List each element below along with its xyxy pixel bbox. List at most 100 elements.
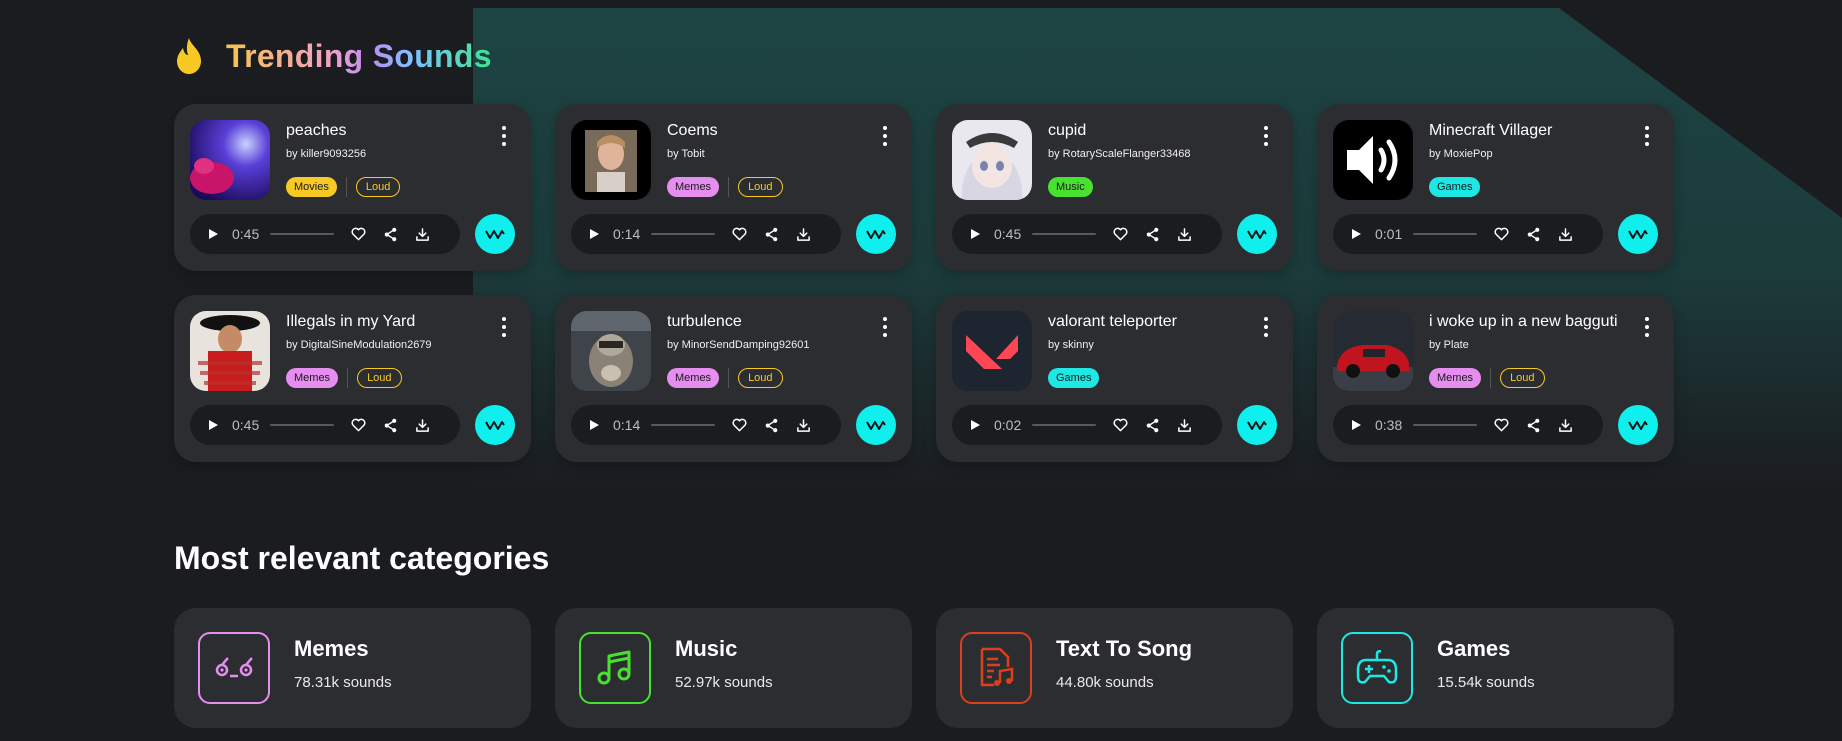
sound-author[interactable]: by DigitalSineModulation2679 — [286, 339, 432, 351]
sound-card[interactable]: i woke up in a new bagguti by Plate Meme… — [1317, 295, 1674, 462]
heart-icon[interactable] — [1493, 417, 1509, 433]
sound-thumbnail[interactable] — [952, 311, 1032, 391]
tag-loud[interactable]: Loud — [357, 368, 402, 388]
more-options-icon[interactable] — [1261, 124, 1271, 148]
soundwave-icon[interactable] — [475, 214, 515, 254]
sound-title[interactable]: i woke up in a new bagguti — [1429, 313, 1625, 331]
heart-icon[interactable] — [1493, 226, 1509, 242]
progress-bar[interactable] — [1413, 424, 1477, 426]
more-options-icon[interactable] — [880, 124, 890, 148]
tag-loud[interactable]: Loud — [738, 177, 783, 197]
tag-loud[interactable]: Loud — [738, 368, 783, 388]
tag-games[interactable]: Games — [1429, 177, 1481, 197]
soundwave-icon[interactable] — [856, 214, 896, 254]
sound-author[interactable]: by MinorSendDamping92601 — [667, 339, 809, 351]
heart-icon[interactable] — [350, 417, 366, 433]
download-icon[interactable] — [1176, 417, 1192, 433]
sound-author[interactable]: by RotaryScaleFlanger33468 — [1048, 148, 1190, 160]
soundwave-icon[interactable] — [856, 405, 896, 445]
share-icon[interactable] — [1525, 226, 1541, 242]
more-options-icon[interactable] — [499, 315, 509, 339]
sound-title[interactable]: turbulence — [667, 313, 863, 331]
progress-bar[interactable] — [270, 233, 334, 235]
heart-icon[interactable] — [731, 417, 747, 433]
sound-thumbnail[interactable] — [952, 120, 1032, 200]
category-card-music[interactable]: Music 52.97k sounds — [555, 608, 912, 728]
sound-card[interactable]: Illegals in my Yard by DigitalSineModula… — [174, 295, 531, 462]
sound-title[interactable]: Illegals in my Yard — [286, 313, 482, 331]
sound-card[interactable]: Minecraft Villager by MoxiePop Games 0:0… — [1317, 104, 1674, 271]
play-icon[interactable] — [966, 225, 984, 243]
heart-icon[interactable] — [1112, 417, 1128, 433]
download-icon[interactable] — [414, 226, 430, 242]
progress-bar[interactable] — [651, 233, 715, 235]
download-icon[interactable] — [414, 417, 430, 433]
sound-author[interactable]: by MoxiePop — [1429, 148, 1493, 160]
category-card-text-to-song[interactable]: Text To Song 44.80k sounds — [936, 608, 1293, 728]
tag-music[interactable]: Music — [1048, 177, 1093, 197]
sound-title[interactable]: Coems — [667, 122, 863, 140]
play-icon[interactable] — [966, 416, 984, 434]
soundwave-icon[interactable] — [475, 405, 515, 445]
heart-icon[interactable] — [1112, 226, 1128, 242]
tag-movies[interactable]: Movies — [286, 177, 337, 197]
tag-memes[interactable]: Memes — [1429, 368, 1482, 388]
play-icon[interactable] — [204, 416, 222, 434]
category-card-games[interactable]: Games 15.54k sounds — [1317, 608, 1674, 728]
progress-bar[interactable] — [1032, 233, 1096, 235]
download-icon[interactable] — [1557, 417, 1573, 433]
progress-bar[interactable] — [1032, 424, 1096, 426]
more-options-icon[interactable] — [880, 315, 890, 339]
sound-card[interactable]: peaches by killer9093256 Movies Loud 0:45 — [174, 104, 531, 271]
download-icon[interactable] — [1557, 226, 1573, 242]
tag-loud[interactable]: Loud — [1500, 368, 1545, 388]
play-icon[interactable] — [585, 416, 603, 434]
play-icon[interactable] — [1347, 225, 1365, 243]
share-icon[interactable] — [1144, 226, 1160, 242]
sound-thumbnail[interactable] — [571, 311, 651, 391]
play-icon[interactable] — [204, 225, 222, 243]
heart-icon[interactable] — [731, 226, 747, 242]
more-options-icon[interactable] — [1261, 315, 1271, 339]
tag-memes[interactable]: Memes — [667, 368, 720, 388]
sound-thumbnail[interactable] — [1333, 311, 1413, 391]
download-icon[interactable] — [795, 226, 811, 242]
sound-thumbnail[interactable] — [190, 120, 270, 200]
sound-card[interactable]: cupid by RotaryScaleFlanger33468 Music 0… — [936, 104, 1293, 271]
more-options-icon[interactable] — [1642, 124, 1652, 148]
sound-author[interactable]: by Plate — [1429, 339, 1469, 351]
soundwave-icon[interactable] — [1237, 405, 1277, 445]
sound-title[interactable]: valorant teleporter — [1048, 313, 1244, 331]
sound-author[interactable]: by skinny — [1048, 339, 1094, 351]
progress-bar[interactable] — [270, 424, 334, 426]
sound-author[interactable]: by Tobit — [667, 148, 705, 160]
share-icon[interactable] — [1525, 417, 1541, 433]
play-icon[interactable] — [1347, 416, 1365, 434]
download-icon[interactable] — [795, 417, 811, 433]
tag-memes[interactable]: Memes — [667, 177, 720, 197]
soundwave-icon[interactable] — [1237, 214, 1277, 254]
download-icon[interactable] — [1176, 226, 1192, 242]
sound-card[interactable]: Coems by Tobit Memes Loud 0:14 — [555, 104, 912, 271]
tag-memes[interactable]: Memes — [286, 368, 339, 388]
heart-icon[interactable] — [350, 226, 366, 242]
share-icon[interactable] — [763, 417, 779, 433]
sound-thumbnail[interactable] — [1333, 120, 1413, 200]
progress-bar[interactable] — [1413, 233, 1477, 235]
share-icon[interactable] — [763, 226, 779, 242]
sound-card[interactable]: turbulence by MinorSendDamping92601 Meme… — [555, 295, 912, 462]
more-options-icon[interactable] — [1642, 315, 1652, 339]
tag-games[interactable]: Games — [1048, 368, 1100, 388]
sound-thumbnail[interactable] — [190, 311, 270, 391]
share-icon[interactable] — [382, 417, 398, 433]
tag-loud[interactable]: Loud — [355, 177, 401, 197]
soundwave-icon[interactable] — [1618, 214, 1658, 254]
sound-author[interactable]: by killer9093256 — [286, 148, 366, 160]
more-options-icon[interactable] — [499, 124, 509, 148]
sound-thumbnail[interactable] — [571, 120, 651, 200]
sound-title[interactable]: cupid — [1048, 122, 1244, 140]
share-icon[interactable] — [382, 226, 398, 242]
play-icon[interactable] — [585, 225, 603, 243]
share-icon[interactable] — [1144, 417, 1160, 433]
progress-bar[interactable] — [651, 424, 715, 426]
